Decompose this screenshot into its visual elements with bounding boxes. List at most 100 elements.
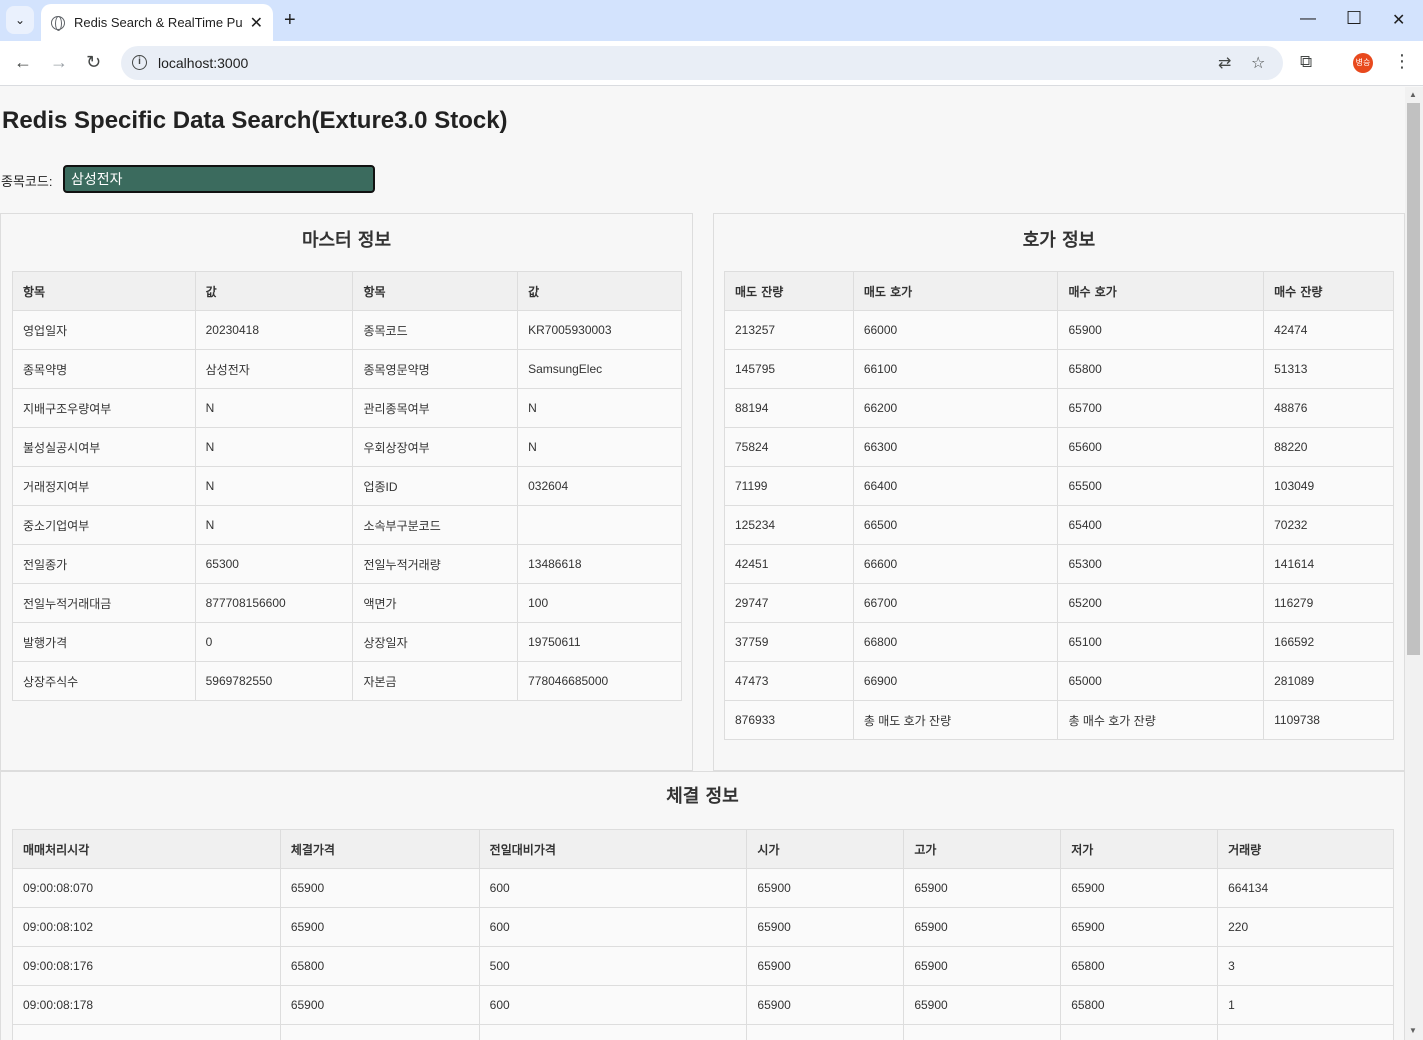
new-tab-icon[interactable]: + — [284, 9, 296, 32]
table-cell: 65000 — [1057, 661, 1265, 701]
table-cell: 51313 — [1263, 349, 1394, 389]
table-row: 거래정지여부 N 업종ID 032604 — [12, 466, 682, 506]
table-cell: 65100 — [1057, 622, 1265, 662]
table-cell: 거래정지여부 — [12, 466, 196, 506]
table-row: 37759 66800 65100 166592 — [724, 622, 1394, 662]
menu-kebab-icon[interactable]: ⋮ — [1393, 51, 1411, 72]
table-cell: 103049 — [1263, 466, 1394, 506]
scroll-up-icon[interactable]: ▲ — [1409, 90, 1417, 99]
scrollbar-thumb[interactable] — [1407, 103, 1420, 655]
site-info-icon[interactable]: i — [132, 55, 147, 70]
table-cell: 66500 — [852, 505, 1059, 545]
table-cell: 09:00:08:102 — [12, 907, 281, 947]
table-cell: 65600 — [1057, 427, 1265, 467]
table-cell: 65900 — [279, 907, 480, 947]
table-cell: 영업일자 — [12, 310, 196, 350]
table-cell: 65900 — [279, 868, 480, 908]
browser-tab[interactable]: Redis Search & RealTime Push ✕ — [41, 4, 273, 41]
minimize-icon[interactable]: — — [1300, 10, 1316, 28]
table-cell: 09:00:08:176 — [12, 946, 281, 986]
table-cell: 65900 — [746, 907, 905, 947]
address-bar[interactable]: i localhost:3000 ⇄ ☆ — [121, 46, 1283, 80]
forward-icon[interactable]: → — [50, 52, 68, 73]
table-cell: 66200 — [852, 388, 1059, 428]
window-close-icon[interactable]: ✕ — [1392, 10, 1405, 30]
extensions-icon[interactable]: ⧉ — [1300, 52, 1312, 72]
table-cell: 48876 — [1263, 388, 1394, 428]
table-row: 영업일자 20230418 종목코드 KR7005930003 — [12, 310, 682, 350]
table-cell: 삼성전자 — [194, 349, 354, 389]
table-cell: 지배구조우량여부 — [12, 388, 196, 428]
table-row: 불성실공시여부 N 우회상장여부 N — [12, 427, 682, 467]
column-header: 체결가격 — [279, 829, 480, 869]
tab-search-chevron-icon[interactable]: ⌄ — [6, 6, 34, 34]
table-cell: 65900 — [903, 868, 1062, 908]
table-cell: 전일종가 — [12, 544, 196, 584]
table-cell: 37759 — [724, 622, 854, 662]
table-cell: 145795 — [724, 349, 854, 389]
column-header: 항목 — [12, 271, 196, 311]
quote-info-heading: 호가 정보 — [1022, 230, 1096, 251]
table-cell: 66000 — [852, 310, 1059, 350]
table-cell: 66600 — [852, 544, 1059, 584]
column-header: 거래량 — [1217, 829, 1394, 869]
table-cell: 종목영문약명 — [352, 349, 519, 389]
table-row: 88194 66200 65700 48876 — [724, 388, 1394, 428]
quote-info-table: 매도 잔량 매도 호가 매수 호가 매수 잔량 213257 66000 65900 424… — [724, 271, 1394, 740]
table-cell: 664134 — [1217, 868, 1394, 908]
table-cell: 관리종목여부 — [352, 388, 519, 428]
tab-close-icon[interactable]: ✕ — [250, 13, 263, 33]
stock-code-label: 종목코드: — [1, 174, 53, 189]
table-cell: 1 — [1217, 985, 1394, 1025]
table-row: 09:00:08:070 65900 600 65900 65900 65900 66413… — [12, 868, 1394, 908]
table-cell: 65800 — [279, 946, 480, 986]
table-cell: 발행가격 — [12, 622, 196, 662]
table-row: 중소기업여부 N 소속부구분코드 — [12, 505, 682, 545]
table-row: 상장주식수 5969782550 자본금 778046685000 — [12, 661, 682, 701]
table-cell: KR7005930003 — [517, 310, 682, 350]
table-cell: 65500 — [1057, 466, 1265, 506]
table-cell: 상장주식수 — [12, 661, 196, 701]
table-cell: 877708156600 — [194, 583, 354, 623]
column-header: 고가 — [903, 829, 1062, 869]
table-cell: 65400 — [1057, 505, 1265, 545]
maximize-icon[interactable]: ☐ — [1346, 8, 1362, 29]
table-cell: 66900 — [852, 661, 1059, 701]
column-header: 시가 — [746, 829, 905, 869]
table-cell: SamsungElec — [517, 349, 682, 389]
table-row: 29747 66700 65200 116279 — [724, 583, 1394, 623]
translate-icon[interactable]: ⇄ — [1218, 53, 1231, 73]
table-cell: 166592 — [1263, 622, 1394, 662]
table-cell: 업종ID — [352, 466, 519, 506]
profile-avatar[interactable]: 병승 — [1353, 53, 1373, 73]
bookmark-star-icon[interactable]: ☆ — [1251, 53, 1265, 73]
scroll-down-icon[interactable]: ▼ — [1409, 1026, 1417, 1035]
table-cell: 19750611 — [517, 622, 682, 662]
table-row: 47473 66900 65000 281089 — [724, 661, 1394, 701]
table-cell: 소속부구분코드 — [352, 505, 519, 545]
table-cell: 65900 — [1060, 907, 1219, 947]
table-cell: 전일누적거래량 — [352, 544, 519, 584]
address-url: localhost:3000 — [158, 55, 249, 71]
table-cell: 5969782550 — [194, 661, 354, 701]
page-scrollbar[interactable]: ▲ ▼ — [1405, 87, 1423, 1040]
column-header: 항목 — [352, 271, 519, 311]
column-header: 매수 잔량 — [1263, 271, 1394, 311]
reload-icon[interactable]: ↻ — [86, 52, 101, 73]
column-header: 매도 잔량 — [724, 271, 854, 311]
column-header: 저가 — [1060, 829, 1219, 869]
table-cell: 42451 — [724, 544, 854, 584]
table-cell: 876933 — [724, 700, 854, 740]
back-icon[interactable]: ← — [14, 52, 32, 73]
table-cell: 65800 — [1060, 985, 1219, 1025]
browser-toolbar: ← → ↻ i localhost:3000 ⇄ ☆ — [0, 41, 1423, 86]
trade-info-panel: 체결 정보 매매처리시각 체결가격 전일대비가격 시가 고가 저가 거래량 09:00:08… — [0, 771, 1405, 1040]
page-title: Redis Specific Data Search(Exture3.0 Sto… — [2, 107, 508, 134]
table-cell: 778046685000 — [517, 661, 682, 701]
table-cell: 자본금 — [352, 661, 519, 701]
trade-info-heading: 체결 정보 — [666, 786, 739, 807]
table-cell: 100 — [517, 583, 682, 623]
stock-code-input[interactable] — [63, 165, 375, 193]
table-row: 종목약명 삼성전자 종목영문약명 SamsungElec — [12, 349, 682, 389]
tab-title: Redis Search & RealTime Push — [74, 15, 242, 30]
